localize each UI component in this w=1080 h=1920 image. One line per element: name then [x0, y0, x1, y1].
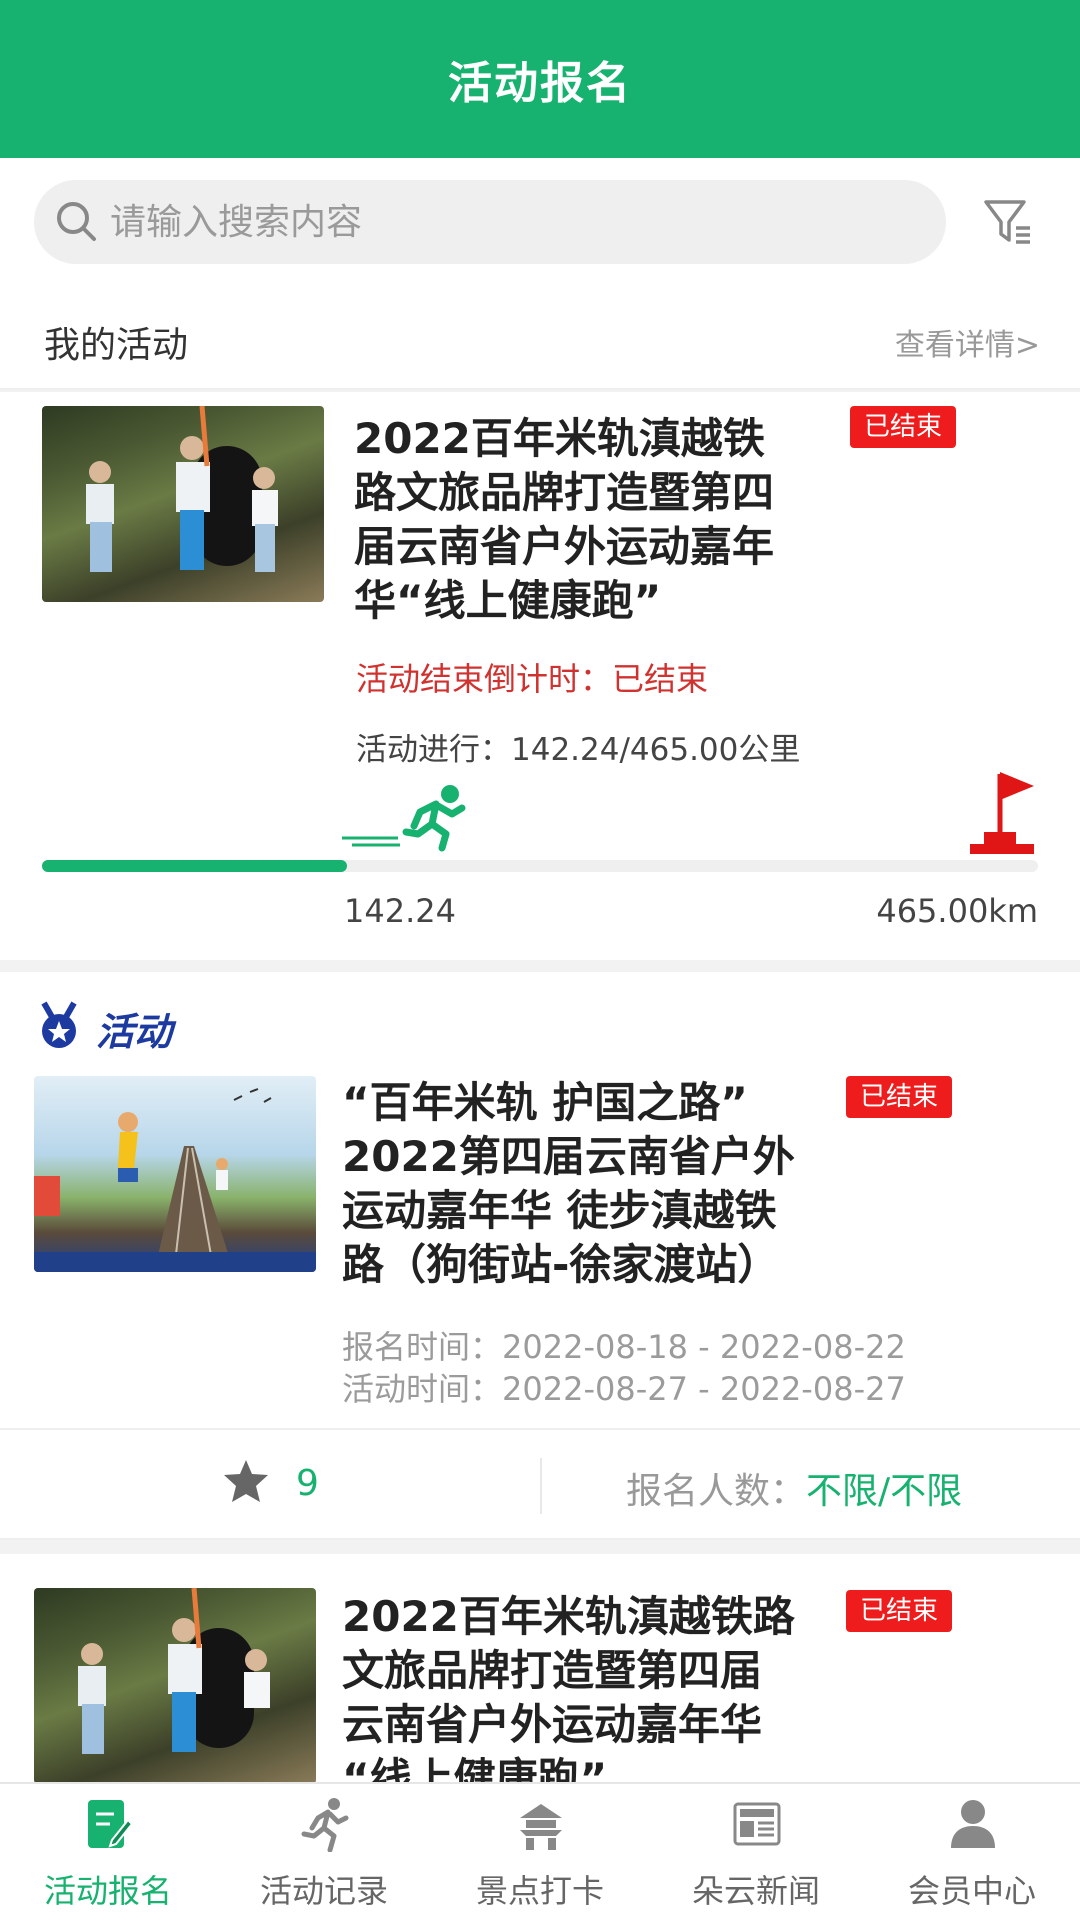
- medal-icon: [36, 1001, 82, 1055]
- status-badge: 已结束: [846, 1076, 953, 1118]
- activity-section-label: 活动: [96, 1009, 173, 1054]
- title-line: 文旅品牌打造暨第四届: [342, 1646, 763, 1695]
- view-details-link[interactable]: 查看详情>: [895, 320, 1040, 364]
- tab-activity-signup[interactable]: 活动报名: [0, 1784, 216, 1920]
- title-line: 2022第四届云南省户外: [342, 1132, 795, 1181]
- my-activity-card[interactable]: 2022百年米轨滇越铁 路文旅品牌打造暨第四 届云南省户外运动嘉年 华“线上健康…: [0, 392, 1080, 960]
- search-bar: [0, 158, 1080, 282]
- title-line: 2022百年米轨滇越铁: [354, 414, 765, 463]
- user-icon: [948, 1796, 998, 1852]
- search-input[interactable]: [110, 192, 890, 252]
- runner-icon: [300, 1796, 350, 1853]
- title-line: 届云南省户外运动嘉年: [354, 522, 775, 571]
- runner-icon: [340, 782, 470, 852]
- tab-scenic-checkin[interactable]: 景点打卡: [432, 1784, 648, 1920]
- search-icon: [52, 197, 102, 247]
- my-activity-header: 我的活动 查看详情>: [0, 282, 1080, 390]
- activity-photo[interactable]: [34, 1076, 316, 1272]
- activity-title[interactable]: “百年米轨 护国之路” 2022第四届云南省户外 运动嘉年华 徒步滇越铁 路（狗…: [342, 1076, 812, 1292]
- search-box[interactable]: [34, 180, 946, 264]
- star-icon: [222, 1458, 270, 1508]
- bottom-tab-bar: 活动报名 活动记录 景点打卡 朵云新闻 会员中心: [0, 1782, 1080, 1920]
- my-activity-label: 我的活动: [44, 325, 189, 366]
- progress-bar-fill: [42, 860, 347, 872]
- progress-text: 活动进行：142.24/465.00公里: [356, 732, 801, 768]
- tab-label: 活动记录: [259, 1872, 388, 1910]
- activity-photo: [42, 406, 324, 602]
- progress-total: 465.00km: [876, 892, 1038, 930]
- tab-label: 朵云新闻: [691, 1872, 820, 1910]
- countdown-text: 活动结束倒计时：已结束: [356, 660, 709, 698]
- title-line: 云南省户外运动嘉年华: [342, 1700, 763, 1749]
- tab-label: 景点打卡: [475, 1872, 604, 1910]
- progress-bar: [42, 860, 1038, 872]
- status-badge: 已结束: [850, 406, 957, 448]
- filter-icon[interactable]: [980, 194, 1036, 250]
- activity-section-header: 活动: [36, 1000, 172, 1056]
- activity-title: 2022百年米轨滇越铁路 文旅品牌打造暨第四届 云南省户外运动嘉年华 “线上健康…: [342, 1590, 822, 1784]
- title-line: “百年米轨 护国之路”: [342, 1078, 748, 1127]
- favorite-count: 9: [296, 1462, 319, 1504]
- activity-card[interactable]: 2022百年米轨滇越铁路 文旅品牌打造暨第四届 云南省户外运动嘉年华 “线上健康…: [0, 1554, 1080, 1784]
- tab-activity-records[interactable]: 活动记录: [216, 1784, 432, 1920]
- edit-doc-icon: [84, 1796, 134, 1852]
- title-line: 2022百年米轨滇越铁路: [342, 1592, 795, 1641]
- title-line: 华“线上健康跑”: [354, 576, 662, 625]
- tab-duoyun-news[interactable]: 朵云新闻: [648, 1784, 864, 1920]
- title-line: “线上健康跑”: [342, 1754, 608, 1784]
- page-title: 活动报名: [448, 58, 632, 109]
- finish-flag-icon: [966, 764, 1038, 856]
- title-line: 路（狗街站-徐家渡站）: [342, 1240, 780, 1289]
- tab-label: 活动报名: [43, 1872, 172, 1910]
- activity-title: 2022百年米轨滇越铁 路文旅品牌打造暨第四 届云南省户外运动嘉年 华“线上健康…: [354, 412, 794, 628]
- enroll-value: 不限/不限: [806, 1471, 963, 1512]
- tab-label: 会员中心: [907, 1872, 1036, 1910]
- enroll-count: 报名人数：不限/不限: [626, 1462, 962, 1514]
- title-line: 运动嘉年华 徒步滇越铁: [342, 1186, 777, 1235]
- tab-member-center[interactable]: 会员中心: [864, 1784, 1080, 1920]
- pagoda-icon: [516, 1796, 566, 1852]
- progress-current: 142.24: [344, 892, 456, 930]
- activity-footer: 9 报名人数：不限/不限: [0, 1428, 1080, 1540]
- event-time: 活动时间：2022-08-27 - 2022-08-27: [342, 1370, 906, 1408]
- title-line: 路文旅品牌打造暨第四: [354, 468, 775, 517]
- divider: [540, 1458, 542, 1514]
- activity-photo: [34, 1588, 316, 1784]
- app-header: 活动报名: [0, 0, 1080, 158]
- status-badge: 已结束: [846, 1590, 953, 1632]
- enroll-label: 报名人数：: [626, 1471, 807, 1512]
- signup-time: 报名时间：2022-08-18 - 2022-08-22: [342, 1328, 906, 1366]
- news-icon: [732, 1796, 782, 1852]
- favorite-button[interactable]: 9: [222, 1458, 319, 1508]
